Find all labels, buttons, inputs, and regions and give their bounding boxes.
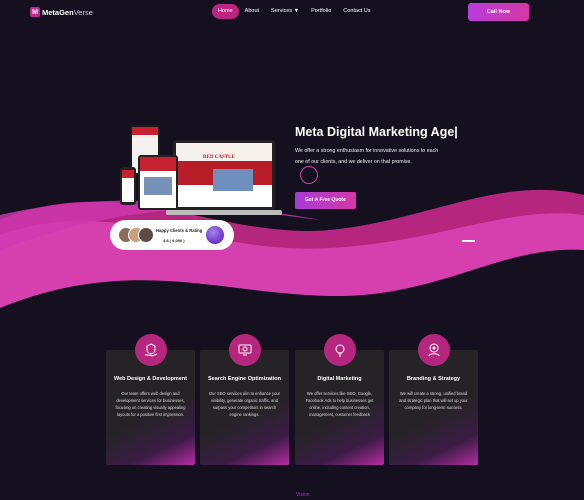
nav-portfolio[interactable]: Portfolio — [305, 4, 337, 19]
rating-value: 4.8 ( 9,090 ) — [163, 238, 185, 243]
service-card-seo[interactable]: Search Engine Optimization Our SEO servi… — [200, 334, 289, 465]
logo-mark: M — [30, 7, 40, 17]
rating-label: Happy Clients & Rating — [156, 228, 203, 233]
nav-home[interactable]: Home — [212, 4, 239, 19]
next-section-heading: Vision — [296, 492, 310, 498]
nav-contact[interactable]: Contact Us — [337, 4, 376, 19]
service-title: Digital Marketing — [317, 376, 362, 382]
logo-text: MetaGenVerse — [42, 8, 93, 17]
decorative-ring — [300, 166, 318, 184]
service-description: Our team offers web design and developme… — [115, 391, 186, 417]
service-description: Our SEO services aim to enhance your vis… — [209, 391, 280, 417]
get-free-quote-button[interactable]: Get A Free Quote — [295, 192, 356, 209]
service-title: Branding & Strategy — [406, 376, 461, 382]
service-title: Search Engine Optimization — [207, 376, 282, 382]
service-card-digital-marketing[interactable]: Digital Marketing We offer services like… — [295, 334, 384, 465]
main-menu: Home About Services ▼ Portfolio Contact … — [212, 4, 377, 19]
mockup-brand-text: RED CASTLE — [203, 155, 235, 160]
hero-description: We offer a strong enthusiasm for innovat… — [295, 148, 439, 165]
service-description: We offer services like SEO, Google, Face… — [305, 391, 374, 417]
hand-shield-icon — [135, 334, 167, 366]
hero-wave-decoration — [0, 189, 584, 308]
hero-title: Meta Digital Marketing Age| — [295, 125, 458, 139]
decorative-orb — [206, 226, 224, 244]
lightbulb-icon — [324, 334, 356, 366]
service-card-web-design[interactable]: Web Design & Development Our team offers… — [106, 334, 195, 465]
devices-mockup-image: RED CASTLE — [120, 125, 282, 215]
brand-logo[interactable]: M MetaGenVerse — [30, 7, 93, 17]
seo-icon — [229, 334, 261, 366]
happy-clients-rating-badge: Happy Clients & Rating 4.8 ( 9,090 ) — [110, 220, 234, 250]
service-card-branding[interactable]: Branding & Strategy We will create a str… — [389, 334, 478, 465]
nav-services[interactable]: Services ▼ — [265, 4, 305, 19]
top-navigation: M MetaGenVerse Home About Services ▼ Por… — [0, 0, 584, 24]
client-avatar — [138, 227, 154, 243]
service-description: We will create a strong, unified brand a… — [399, 391, 468, 410]
service-title: Web Design & Development — [114, 376, 187, 382]
services-section: Web Design & Development Our team offers… — [106, 334, 478, 465]
logo-name-bold: MetaGen — [42, 7, 74, 17]
slider-indicator[interactable] — [462, 240, 475, 242]
logo-name-light: Verse — [73, 7, 93, 17]
nav-about[interactable]: About — [239, 4, 265, 19]
branding-icon — [418, 334, 450, 366]
call-now-button[interactable]: Call Now — [468, 3, 529, 21]
